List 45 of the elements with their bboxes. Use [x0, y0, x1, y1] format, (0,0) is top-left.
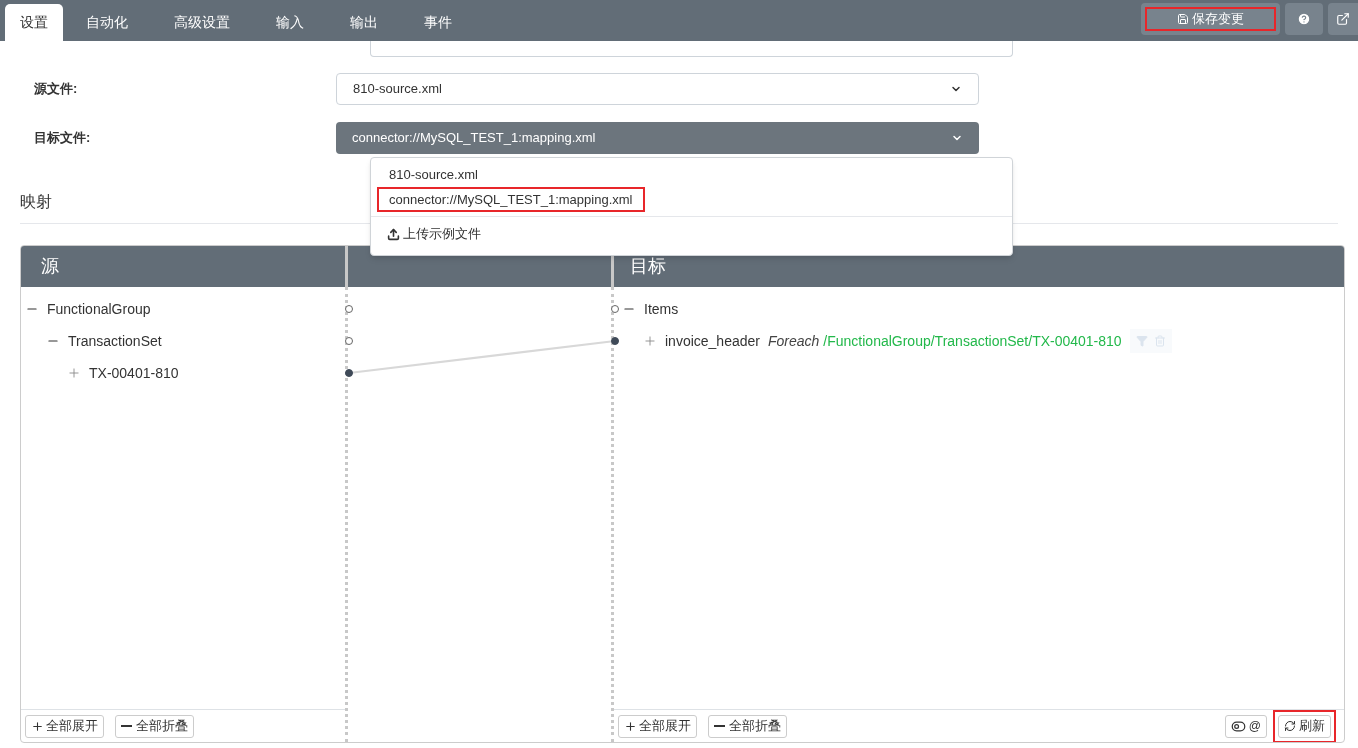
help-icon	[1297, 11, 1311, 26]
dropdown-option[interactable]: 810-source.xml	[377, 162, 490, 187]
minus-icon	[714, 725, 725, 727]
mapping-mode: Foreach	[767, 331, 820, 351]
tree-node-label[interactable]: TX-00401-810	[89, 362, 179, 384]
tree-node-label[interactable]: invoice_header	[665, 330, 760, 352]
tab[interactable]: 高级设置	[151, 4, 253, 41]
save-button[interactable]: 保存变更	[1141, 2, 1280, 35]
tree-node-label[interactable]: FunctionalGroup	[47, 298, 151, 320]
mapping-path: /FunctionalGroup/TransactionSet/TX-00401-810	[823, 331, 1122, 351]
panel-title: 源	[41, 255, 59, 278]
save-icon	[1177, 12, 1189, 25]
refresh-icon	[1284, 720, 1296, 732]
tree-node-label[interactable]: Items	[644, 298, 679, 320]
tab[interactable]: 设置	[5, 4, 63, 41]
help-button[interactable]	[1285, 2, 1323, 35]
file-select[interactable]: 810-source.xml	[336, 73, 979, 105]
panel-title: 目标	[630, 255, 666, 278]
expand-icon[interactable]	[643, 334, 657, 348]
upload-option[interactable]: 上传示例文件	[371, 217, 1012, 251]
collapse-all-button[interactable]: 全部折叠	[708, 714, 787, 738]
upload-icon	[387, 227, 400, 241]
tree-node-label[interactable]: TransactionSet	[68, 330, 162, 352]
description-textarea[interactable]	[370, 41, 1013, 57]
expand-icon[interactable]	[67, 366, 81, 380]
open-external-button[interactable]	[1328, 2, 1358, 35]
file-select[interactable]: connector://MySQL_TEST_1:mapping.xml	[336, 122, 979, 154]
expand-all-button[interactable]: 全部展开	[618, 714, 697, 738]
collapse-all-button[interactable]: 全部折叠	[115, 714, 194, 738]
tab[interactable]: 输入	[253, 4, 327, 41]
tab[interactable]: 事件	[401, 4, 475, 41]
expand-all-button[interactable]: 全部展开	[25, 714, 104, 738]
tab[interactable]: 输出	[327, 4, 401, 41]
plus-icon	[31, 719, 44, 733]
external-link-icon	[1336, 11, 1350, 26]
section-title: 映射	[20, 193, 52, 210]
tab[interactable]: 自动化	[63, 4, 151, 41]
field-label: 源文件:	[33, 80, 79, 99]
minus-icon	[121, 725, 132, 727]
plus-icon	[624, 719, 637, 733]
refresh-button[interactable]: 刷新	[1278, 714, 1331, 738]
field-label: 目标文件:	[33, 129, 92, 148]
dropdown-option[interactable]: connector://MySQL_TEST_1:mapping.xml	[377, 187, 645, 212]
toggle-icon	[1230, 718, 1246, 734]
toggle-button[interactable]: @	[1224, 714, 1267, 738]
